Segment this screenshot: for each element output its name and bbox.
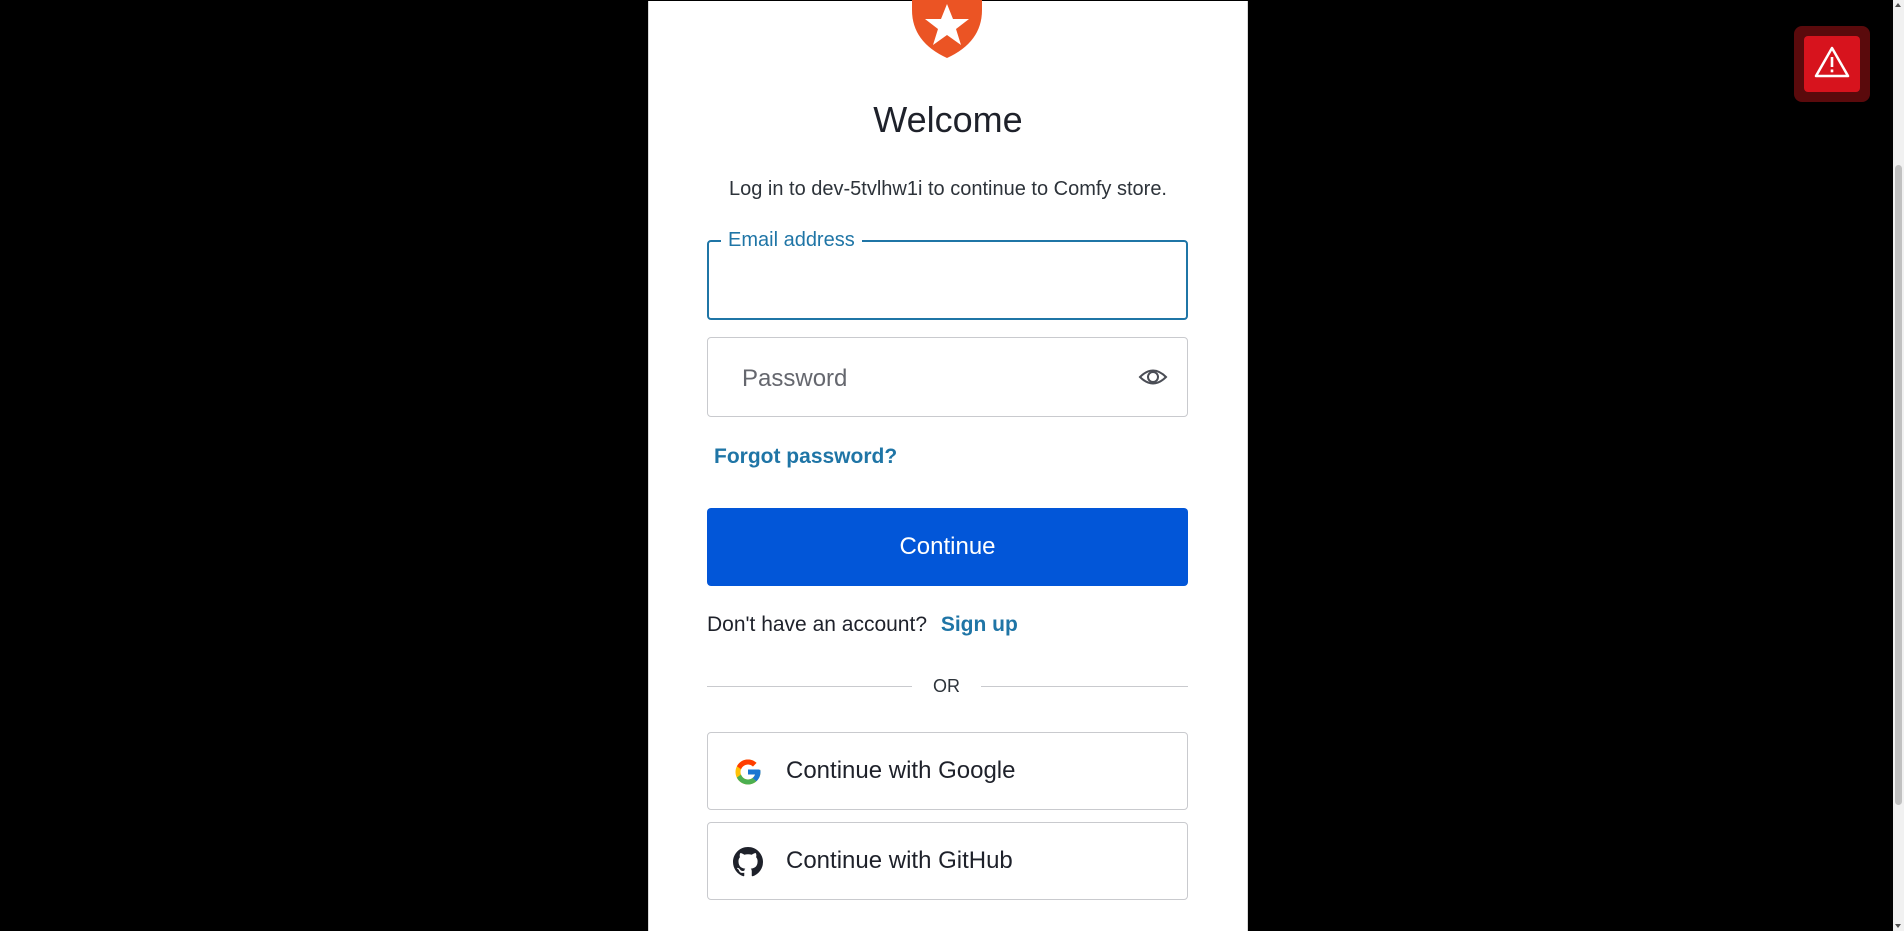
page-title: Welcome <box>873 99 1023 140</box>
github-icon <box>733 847 763 877</box>
signup-link[interactable]: Sign up <box>941 613 1018 636</box>
no-account-text: Don't have an account? <box>707 613 927 636</box>
signup-prompt: Don't have an account? Sign up <box>707 613 1018 637</box>
divider-line-left <box>707 686 912 687</box>
page-subtitle: Log in to dev-5tvlhw1i to continue to Co… <box>728 178 1167 200</box>
password-field[interactable] <box>707 337 1188 417</box>
warning-icon <box>1814 46 1850 78</box>
brand-logo <box>912 0 982 58</box>
email-field[interactable]: Email address <box>707 228 1188 320</box>
github-login-label: Continue with GitHub <box>786 847 1013 874</box>
scroll-down-arrow-icon[interactable] <box>1895 924 1901 928</box>
browser-viewport: Welcome Log in to dev-5tvlhw1i to contin… <box>0 0 1904 931</box>
forgot-password-link[interactable]: Forgot password? <box>714 445 897 469</box>
alert-badge-inner <box>1804 36 1860 92</box>
page-scrollbar[interactable] <box>1893 0 1904 931</box>
eye-icon[interactable] <box>1138 364 1168 390</box>
google-login-label: Continue with Google <box>786 757 1016 784</box>
github-login-button[interactable]: Continue with GitHub <box>707 822 1188 900</box>
scroll-up-arrow-icon[interactable] <box>1895 3 1901 7</box>
google-login-button[interactable]: Continue with Google <box>707 732 1188 810</box>
password-input[interactable] <box>740 360 1124 398</box>
google-icon <box>735 759 761 785</box>
divider-line-right <box>981 686 1188 687</box>
email-input[interactable] <box>729 262 1173 300</box>
divider-or: OR <box>933 676 960 696</box>
alert-badge[interactable] <box>1794 26 1870 102</box>
email-label: Email address <box>721 228 862 252</box>
scrollbar-thumb[interactable] <box>1895 165 1902 805</box>
continue-button[interactable]: Continue <box>707 508 1188 586</box>
